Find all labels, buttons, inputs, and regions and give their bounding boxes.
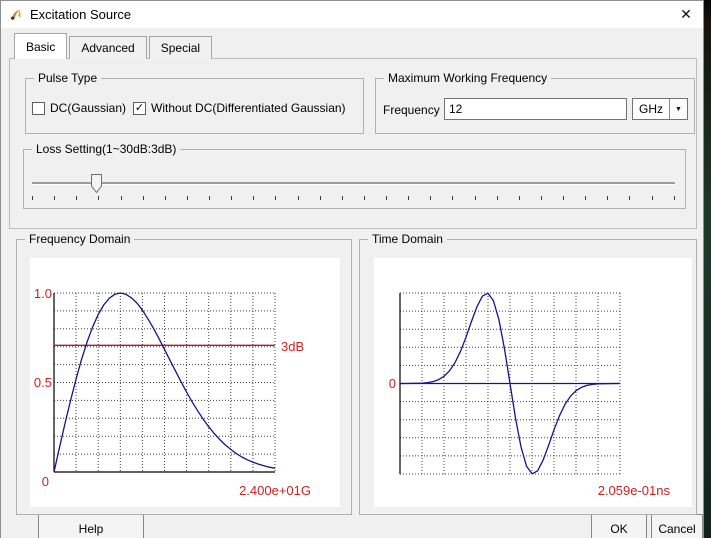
tab-special[interactable]: Special (149, 36, 212, 59)
dialog-window: Excitation Source ✕ Basic Advanced Speci… (0, 0, 704, 538)
frequency-input[interactable] (444, 98, 627, 120)
slider-tick (253, 196, 254, 200)
x-axis-max-label: 2.400e+01G (239, 483, 311, 498)
checkbox-without-dc[interactable]: ✓ Without DC(Differentiated Gaussian) (133, 101, 346, 115)
slider-tick (519, 196, 520, 200)
slider-tick (143, 196, 144, 200)
slider-tick (187, 196, 188, 200)
y-tick-0: 0 (42, 474, 49, 489)
slider-tick (76, 196, 77, 200)
slider-thumb[interactable] (91, 174, 102, 193)
slider-tick (629, 196, 630, 200)
slider-tick (585, 196, 586, 200)
max-working-frequency-group: Maximum Working Frequency Frequency GHz … (375, 78, 695, 134)
cancel-button[interactable]: Cancel (651, 514, 703, 538)
slider-tick (320, 196, 321, 200)
pulse-type-legend: Pulse Type (34, 71, 101, 86)
slider-tick (209, 196, 210, 200)
slider-tick (298, 196, 299, 200)
slider-tick (121, 196, 122, 200)
window-title: Excitation Source (30, 7, 131, 22)
time-plot-panel: 0 2.059e-01ns (374, 258, 692, 507)
checkbox-label: DC(Gaussian) (50, 101, 126, 115)
checkbox-icon[interactable]: ✓ (133, 102, 146, 115)
slider-tick (452, 196, 453, 200)
slider-tick (408, 196, 409, 200)
pulse-type-group: Pulse Type DC(Gaussian) ✓ Without DC(Dif… (25, 78, 364, 134)
slider-tick (32, 196, 33, 200)
slider-tick (165, 196, 166, 200)
slider-tick (386, 196, 387, 200)
slider-tick (497, 196, 498, 200)
tab-basic[interactable]: Basic (14, 33, 67, 59)
slider-tick (541, 196, 542, 200)
slider-tick (475, 196, 476, 200)
max-frequency-legend: Maximum Working Frequency (384, 71, 551, 86)
loss-setting-legend: Loss Setting(1~30dB:3dB) (32, 142, 180, 157)
slider-ticks (32, 196, 675, 200)
slider-tick (98, 196, 99, 200)
slider-tick (563, 196, 564, 200)
slider-tick (231, 196, 232, 200)
checkbox-icon[interactable] (32, 102, 45, 115)
desktop-background-strip (704, 0, 711, 538)
close-button[interactable]: ✕ (675, 4, 697, 25)
checkbox-dc-gaussian[interactable]: DC(Gaussian) (32, 101, 126, 115)
slider-tick (607, 196, 608, 200)
pulse-type-options: DC(Gaussian) ✓ Without DC(Differentiated… (32, 101, 353, 115)
time-domain-group: Time Domain 0 2.059e-01ns (359, 239, 697, 515)
chevron-down-icon[interactable]: ▼ (669, 99, 687, 119)
frequency-field-label: Frequency (383, 103, 440, 117)
titlebar: Excitation Source ✕ (1, 1, 703, 28)
slider-tick (652, 196, 653, 200)
ok-button[interactable]: OK (591, 514, 647, 538)
time-domain-plot: 0 2.059e-01ns (374, 258, 692, 507)
frequency-domain-legend: Frequency Domain (25, 232, 134, 247)
slider-tick (364, 196, 365, 200)
x-axis-max-label: 2.059e-01ns (598, 483, 671, 498)
frequency-domain-group: Frequency Domain 1.0 0.5 0 3dB 2.400e+01… (16, 239, 352, 515)
time-domain-legend: Time Domain (368, 232, 447, 247)
app-icon (9, 8, 23, 22)
y-tick-05: 0.5 (34, 375, 52, 390)
slider-tick (275, 196, 276, 200)
frequency-plot-panel: 1.0 0.5 0 3dB 2.400e+01G (30, 258, 340, 507)
checkbox-label: Without DC(Differentiated Gaussian) (151, 101, 346, 115)
unit-combobox[interactable]: GHz ▼ (632, 98, 688, 120)
slider-tick (430, 196, 431, 200)
y-tick-1: 1.0 (34, 286, 52, 301)
threshold-label: 3dB (281, 339, 304, 354)
loss-slider[interactable] (32, 174, 675, 204)
slider-track[interactable] (32, 182, 675, 184)
screen: Excitation Source ✕ Basic Advanced Speci… (0, 0, 711, 538)
help-button[interactable]: Help (38, 514, 144, 538)
slider-tick (342, 196, 343, 200)
loss-setting-group: Loss Setting(1~30dB:3dB) (23, 149, 686, 209)
frequency-domain-plot: 1.0 0.5 0 3dB 2.400e+01G (30, 258, 340, 507)
slider-tick (54, 196, 55, 200)
slider-tick (674, 196, 675, 200)
tab-advanced[interactable]: Advanced (69, 36, 146, 59)
zero-tick-label: 0 (389, 376, 396, 391)
tab-bar: Basic Advanced Special (14, 33, 214, 59)
unit-value: GHz (633, 99, 669, 119)
